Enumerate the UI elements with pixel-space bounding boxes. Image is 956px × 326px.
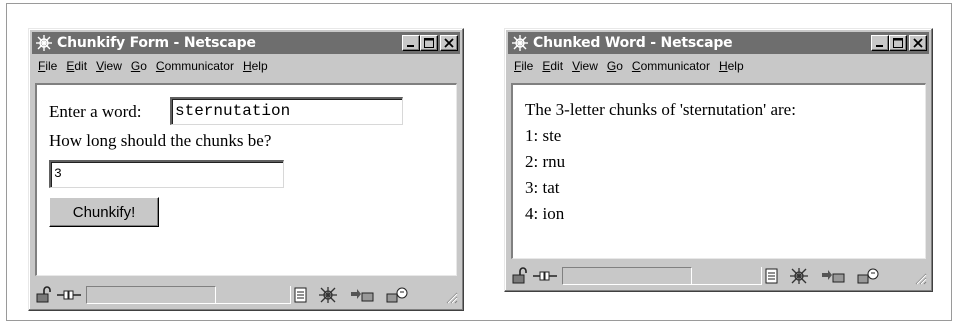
- composer-icon[interactable]: [856, 267, 882, 285]
- menu-file[interactable]: File: [514, 59, 533, 73]
- security-lock-icon[interactable]: [34, 286, 54, 304]
- window-title: Chunkify Form - Netscape: [57, 35, 256, 51]
- status-bar: [508, 265, 929, 287]
- close-icon: [444, 38, 454, 48]
- minimize-icon: [876, 45, 883, 47]
- menu-edit[interactable]: Edit: [542, 59, 563, 73]
- chunk-line: 3: tat: [525, 178, 560, 197]
- navigator-icon[interactable]: [317, 286, 339, 304]
- menu-view[interactable]: View: [572, 59, 598, 73]
- progress-field: [692, 267, 762, 285]
- netscape-logo-icon: [512, 35, 528, 51]
- navigator-icon[interactable]: [788, 267, 810, 285]
- minimize-icon: [407, 45, 414, 47]
- chunk-line: 2: rnu: [525, 152, 566, 171]
- chunk-length-input[interactable]: 3: [49, 160, 284, 188]
- status-message-field: [86, 286, 216, 304]
- status-bar: [32, 284, 460, 306]
- chunked-word-window: Chunked Word - Netscape File Edit View G…: [504, 28, 933, 292]
- maximize-icon: [424, 38, 434, 48]
- menu-view[interactable]: View: [96, 59, 122, 73]
- composer-icon[interactable]: [385, 286, 411, 304]
- maximize-icon: [893, 38, 903, 48]
- maximize-button[interactable]: [889, 35, 907, 51]
- minimize-button[interactable]: [871, 35, 889, 51]
- menu-file[interactable]: File: [38, 59, 57, 73]
- title-bar[interactable]: Chunkify Form - Netscape: [32, 32, 460, 54]
- page-content: The 3-letter chunks of 'sternutation' ar…: [511, 83, 926, 259]
- chunk-line: 1: ste: [525, 126, 562, 145]
- window-title: Chunked Word - Netscape: [533, 35, 733, 51]
- connection-plug-icon[interactable]: [56, 286, 82, 304]
- menu-bar: File Edit View Go Communicator Help: [508, 56, 929, 76]
- connection-plug-icon[interactable]: [532, 267, 558, 285]
- netscape-logo-icon: [36, 35, 52, 51]
- status-message-field: [562, 267, 692, 285]
- menu-go[interactable]: Go: [607, 59, 623, 73]
- resize-grip-icon[interactable]: [446, 292, 458, 304]
- chunk-line: 4: ion: [525, 204, 565, 223]
- menu-communicator[interactable]: Communicator: [632, 59, 710, 73]
- menu-edit[interactable]: Edit: [66, 59, 87, 73]
- progress-field: [216, 286, 291, 304]
- menu-go[interactable]: Go: [131, 59, 147, 73]
- menu-help[interactable]: Help: [243, 59, 268, 73]
- menu-help[interactable]: Help: [719, 59, 744, 73]
- close-button[interactable]: [909, 35, 927, 51]
- close-button[interactable]: [440, 35, 458, 51]
- maximize-button[interactable]: [420, 35, 438, 51]
- chunkify-form-window: Chunkify Form - Netscape File Edit View …: [28, 28, 464, 311]
- word-input[interactable]: sternutation: [170, 97, 403, 125]
- menu-communicator[interactable]: Communicator: [156, 59, 234, 73]
- security-lock-icon[interactable]: [510, 267, 530, 285]
- page-info-icon[interactable]: [293, 286, 309, 304]
- chunk-length-question: How long should the chunks be?: [49, 131, 272, 150]
- close-icon: [913, 38, 923, 48]
- mail-icon[interactable]: [349, 286, 375, 304]
- chunkify-button[interactable]: Chunkify!: [49, 197, 159, 227]
- title-bar[interactable]: Chunked Word - Netscape: [508, 32, 929, 54]
- resize-grip-icon[interactable]: [915, 273, 927, 285]
- menu-bar: File Edit View Go Communicator Help: [32, 56, 460, 76]
- minimize-button[interactable]: [402, 35, 420, 51]
- page-content: Enter a word: sternutation How long shou…: [35, 83, 457, 276]
- result-heading: The 3-letter chunks of 'sternutation' ar…: [525, 100, 796, 119]
- word-label: Enter a word:: [49, 102, 142, 121]
- page-info-icon[interactable]: [764, 267, 780, 285]
- mail-icon[interactable]: [820, 267, 846, 285]
